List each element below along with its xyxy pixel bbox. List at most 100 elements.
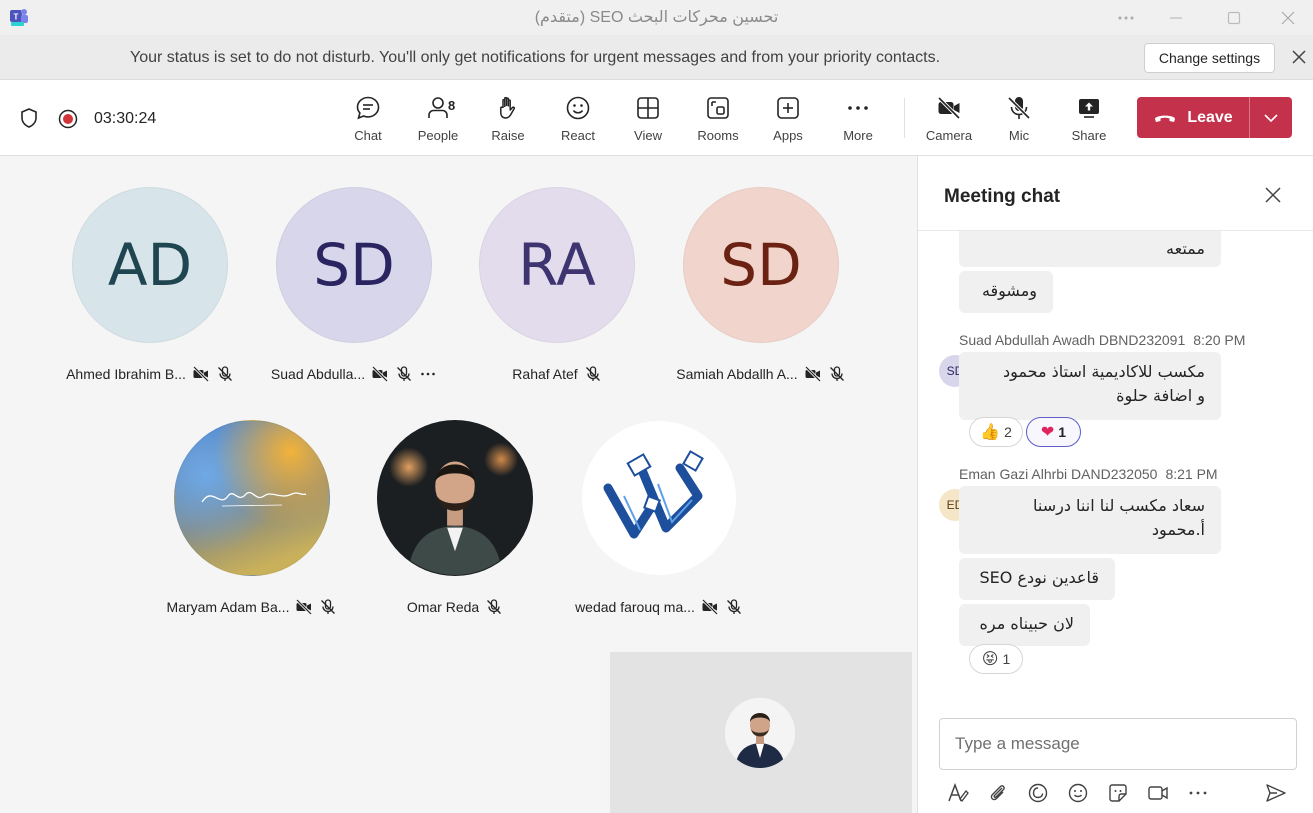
participant-tile[interactable]: RA Rahaf Atef xyxy=(457,187,657,383)
avatar-image xyxy=(377,420,533,576)
reaction-count: 1 xyxy=(1002,651,1011,667)
reaction-like[interactable]: 👍 2 xyxy=(969,417,1023,447)
compose-box xyxy=(939,718,1297,770)
banner-message: Your status is set to do not disturb. Yo… xyxy=(130,49,941,66)
message-text: سعاد مكسب لنا اننا درسنا xyxy=(1033,496,1205,515)
more-options-button[interactable] xyxy=(1101,0,1151,35)
camera-off-icon xyxy=(192,365,209,383)
chat-message: مكسب للاكاديمية استاذ محمود و اضافة حلوة xyxy=(959,352,1221,420)
breakout-rooms-icon xyxy=(707,97,729,119)
avatar: RA xyxy=(479,187,635,343)
leave-options-dropdown[interactable] xyxy=(1250,110,1292,126)
share-screen-icon xyxy=(1079,99,1099,118)
reaction-count: 2 xyxy=(1004,424,1012,440)
share-button[interactable]: Share xyxy=(1057,94,1121,150)
chevron-down-icon xyxy=(1264,113,1278,122)
grid-view-icon xyxy=(637,97,659,119)
close-window-button[interactable] xyxy=(1263,0,1313,35)
avatar: AD xyxy=(72,187,228,343)
message-time: 8:21 PM xyxy=(1165,466,1218,482)
participant-name: Maryam Adam Ba... xyxy=(166,599,290,615)
chat-button[interactable]: Chat xyxy=(336,94,400,161)
raise-hand-button[interactable]: Raise xyxy=(476,94,540,150)
reaction-count: 1 xyxy=(1058,424,1067,440)
laughing-face-icon: 😝 xyxy=(981,651,999,668)
view-button[interactable]: View xyxy=(616,94,680,150)
apps-button[interactable]: Apps xyxy=(756,94,820,150)
mic-off-icon xyxy=(726,599,741,614)
participant-tile[interactable]: wedad farouq ma... xyxy=(559,420,759,616)
attach-icon[interactable] xyxy=(986,781,1010,805)
minimize-button[interactable] xyxy=(1151,0,1201,35)
reaction-laugh[interactable]: 😝 1 xyxy=(969,644,1023,674)
sticker-icon[interactable] xyxy=(1106,781,1130,805)
rooms-button[interactable]: Rooms xyxy=(686,94,750,150)
avatar-image xyxy=(581,420,737,576)
mic-off-icon xyxy=(397,366,412,381)
message-sender: Eman Gazi Alhrbi DAND232050 8:21 PM xyxy=(959,466,1218,482)
message-input[interactable] xyxy=(940,719,1296,769)
camera-off-icon xyxy=(937,96,961,120)
chat-message: ممتعه xyxy=(959,231,1221,267)
react-button[interactable]: React xyxy=(546,94,610,150)
minimize-icon xyxy=(1170,16,1182,19)
more-actions-button[interactable]: More xyxy=(826,94,890,150)
video-clip-icon[interactable] xyxy=(1146,781,1170,805)
close-icon[interactable] xyxy=(1262,184,1284,206)
emoji-icon[interactable] xyxy=(1066,781,1090,805)
participant-info: Samiah Abdallh A... xyxy=(661,365,861,383)
message-text: مكسب للاكاديمية استاذ محمود xyxy=(1002,362,1205,381)
people-count: 8 xyxy=(448,98,456,113)
share-label: Share xyxy=(1071,128,1107,143)
participant-tile[interactable]: Maryam Adam Ba... xyxy=(152,420,352,616)
format-text-icon[interactable] xyxy=(946,781,970,805)
change-settings-button[interactable]: Change settings xyxy=(1144,43,1275,73)
mic-button[interactable]: Mic xyxy=(987,94,1051,150)
shield-icon[interactable] xyxy=(19,107,39,129)
participant-name: Omar Reda xyxy=(406,599,480,615)
message-sender: Suad Abdullah Awadh DBND232091 8:20 PM xyxy=(959,332,1245,348)
camera-off-icon xyxy=(701,598,718,616)
participant-tile[interactable]: AD Ahmed Ibrahim B... xyxy=(50,187,250,383)
camera-off-icon xyxy=(372,365,389,383)
chat-message: ومشوقه xyxy=(959,271,1053,313)
view-label: View xyxy=(634,128,662,143)
avatar-image xyxy=(174,420,330,576)
maximize-button[interactable] xyxy=(1209,0,1259,35)
mic-off-icon xyxy=(585,366,600,381)
self-view-tile[interactable] xyxy=(610,652,912,813)
ellipsis-icon[interactable] xyxy=(419,365,437,383)
leave-button[interactable]: Leave xyxy=(1137,97,1249,138)
maximize-icon xyxy=(1227,11,1241,24)
thumbs-up-icon: 👍 xyxy=(980,424,1001,441)
participant-tile[interactable]: SD Samiah Abdallh A... xyxy=(661,187,861,383)
participant-tile[interactable]: Omar Reda xyxy=(355,420,555,616)
mic-off-icon xyxy=(829,366,844,381)
participant-name: Suad Abdulla... xyxy=(270,366,366,382)
apps-label: Apps xyxy=(773,128,803,143)
camera-button[interactable]: Camera xyxy=(917,94,981,150)
mic-label: Mic xyxy=(1008,128,1030,143)
w-logo xyxy=(603,450,704,539)
send-icon[interactable] xyxy=(1264,781,1288,805)
recording-icon xyxy=(58,109,78,129)
chat-icon xyxy=(356,96,380,120)
people-label: People xyxy=(417,128,459,143)
message-text: أ.محمود xyxy=(1151,520,1205,539)
chat-message: لان حبيناه مره xyxy=(959,604,1090,646)
ellipsis-icon[interactable] xyxy=(1186,781,1210,805)
person-photo xyxy=(725,698,795,768)
chat-label: Chat xyxy=(354,128,382,143)
participant-tile[interactable]: SD Suad Abdulla... xyxy=(254,187,454,383)
heart-icon: ❤ xyxy=(1040,424,1055,441)
camera-label: Camera xyxy=(925,128,973,143)
banner-close-icon[interactable] xyxy=(1288,46,1310,68)
reaction-heart[interactable]: ❤ 1 xyxy=(1026,417,1081,447)
loop-icon[interactable] xyxy=(1026,781,1050,805)
toolbar-divider xyxy=(904,98,905,138)
participant-name: wedad farouq ma... xyxy=(575,599,695,615)
raise-label: Raise xyxy=(491,128,525,143)
people-button[interactable]: 8 People xyxy=(406,94,470,150)
leave-button-group: Leave xyxy=(1137,97,1292,138)
react-label: React xyxy=(561,128,595,143)
